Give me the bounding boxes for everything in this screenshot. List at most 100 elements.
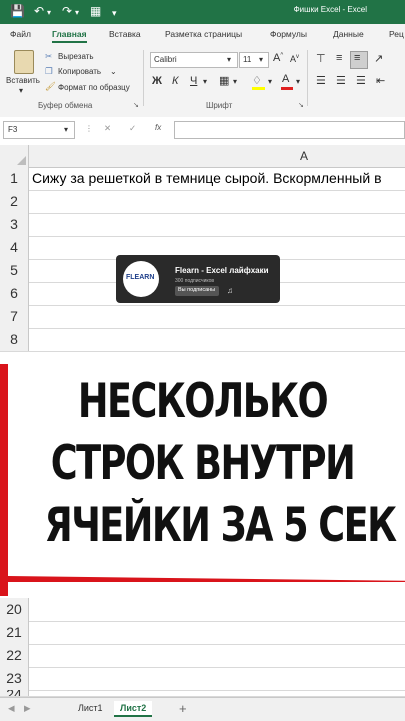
copy-button[interactable]: Копировать [58,67,101,76]
fill-color-icon[interactable]: ♢ [252,74,266,90]
row-number[interactable]: 22 [0,644,29,667]
scroll-left-icon[interactable]: ◀ [8,703,15,714]
title-bar: 💾 ↶ ▾ ↷ ▾ ▦ ▾ Фишки Excel - Excel [0,0,405,24]
clipboard-launcher-icon[interactable]: ↘ [133,101,139,109]
name-box[interactable]: F3 ▾ [3,121,75,139]
table-row[interactable]: 23 [0,667,405,691]
row-number[interactable]: 24 [0,690,29,696]
tab-review[interactable]: Рец [389,29,404,39]
font-color-dropdown-icon[interactable]: ▾ [296,77,300,86]
italic-button[interactable]: К [172,75,178,87]
tab-file[interactable]: Файл [10,29,31,39]
cancel-icon[interactable]: ✕ [104,123,111,134]
select-all-corner[interactable] [0,145,29,167]
customize-toolbar-icon[interactable]: ▾ [112,6,117,20]
bold-button[interactable]: Ж [152,75,162,87]
row-number[interactable]: 21 [0,621,29,644]
redo-dropdown-icon[interactable]: ▾ [75,6,79,20]
orientation-icon[interactable]: ↗ [374,52,383,65]
table-row[interactable]: 2 [0,190,405,214]
font-size-value: 11 [243,55,252,64]
align-left-icon[interactable]: ☰ [316,74,326,87]
align-middle-icon[interactable]: ≡ [336,52,342,64]
align-top-icon[interactable]: ⊤ [316,52,326,65]
table-row[interactable]: 7 [0,305,405,329]
table-row[interactable]: 20 [0,598,405,622]
align-bottom-button[interactable]: ≡ [350,51,368,69]
decrease-indent-icon[interactable]: ⇤ [376,74,385,87]
table-row[interactable]: 21 [0,621,405,645]
table-row[interactable]: 1 Сижу за решеткой в темнице сырой. Вско… [0,167,405,191]
align-center-icon[interactable]: ☰ [336,74,346,87]
underline-button[interactable]: Ч [190,75,197,87]
tab-formulas[interactable]: Формулы [270,29,307,39]
quick-print-icon[interactable]: ▦ [90,4,101,18]
cell-a1[interactable]: Сижу за решеткой в темнице сырой. Вскорм… [32,170,382,186]
tab-data[interactable]: Данные [333,29,364,39]
column-header-a[interactable]: A [300,149,308,163]
undo-dropdown-icon[interactable]: ▾ [47,6,51,20]
table-row[interactable]: 24 [0,690,405,697]
copy-dropdown-icon[interactable]: ⌄ [110,67,117,76]
paste-button[interactable]: Вставить ▾ [6,48,40,98]
select-all-icon [17,156,26,165]
formula-input[interactable] [174,121,405,139]
undo-icon[interactable]: ↶ [34,4,44,18]
subscribed-label: Вы подписаны [178,287,216,293]
headline-line-2: СТРОК ВНУТРИ [50,436,356,491]
column-header-bar: A [0,145,405,168]
ribbon-tabs: Файл Главная Вставка Разметка страницы Ф… [0,24,405,44]
font-group-label: Шрифт [206,101,233,110]
sheet-tab-1[interactable]: Лист1 [72,701,109,715]
cut-button[interactable]: Вырезать [58,52,94,61]
row-number[interactable]: 3 [0,213,29,236]
font-name-select[interactable]: Calibri ▾ [150,52,238,68]
borders-dropdown-icon[interactable]: ▾ [233,77,237,86]
table-row[interactable]: 22 [0,644,405,668]
channel-name: Flearn - Excel лайфхаки [175,266,269,275]
tab-home[interactable]: Главная [52,29,87,43]
add-sheet-icon[interactable]: + [179,701,187,716]
table-row[interactable]: 8 [0,328,405,352]
format-painter-button[interactable]: Формат по образцу [58,83,130,92]
fill-color-swatch [252,87,265,90]
paste-label: Вставить [6,76,40,85]
row-number[interactable]: 5 [0,259,29,282]
tab-insert[interactable]: Вставка [109,29,141,39]
row-number[interactable]: 8 [0,328,29,351]
font-size-select[interactable]: 11 ▾ [239,52,269,68]
row-number[interactable]: 7 [0,305,29,328]
save-icon[interactable]: 💾 [10,4,25,18]
row-number[interactable]: 4 [0,236,29,259]
redo-icon[interactable]: ↷ [62,4,72,18]
table-row[interactable]: 3 [0,213,405,237]
scroll-right-icon[interactable]: ▶ [24,703,31,714]
sheet-tab-2[interactable]: Лист2 [114,701,153,717]
format-painter-icon: 🖌 [45,81,56,91]
headline-line-3: ЯЧЕЙКИ ЗА 5 СЕК [44,498,398,553]
insert-function-icon[interactable]: fx [155,123,161,132]
ribbon: Вставить ▾ ✂ Вырезать ❐ Копировать ⌄ 🖌 Ф… [0,44,405,118]
row-number[interactable]: 1 [0,167,29,190]
row-number[interactable]: 2 [0,190,29,213]
bell-icon[interactable]: ♫ [227,286,233,295]
row-number[interactable]: 6 [0,282,29,305]
font-color-icon[interactable]: A [281,73,293,90]
divider [143,50,144,106]
row-number[interactable]: 23 [0,667,29,690]
banner-accent-bottom [8,576,405,582]
paste-dropdown-icon: ▾ [19,86,24,95]
banner-accent-left [0,364,8,596]
borders-icon[interactable]: ▦ [219,74,229,87]
enter-icon[interactable]: ✓ [129,123,136,134]
increase-font-size-icon[interactable]: A^ [273,52,283,64]
channel-card[interactable]: FLEARN Flearn - Excel лайфхаки 300 подпи… [116,255,280,303]
subscribed-button[interactable]: Вы подписаны [175,286,219,296]
decrease-font-size-icon[interactable]: Av [290,54,299,64]
fill-dropdown-icon[interactable]: ▾ [268,77,272,86]
align-right-icon[interactable]: ☰ [356,74,366,87]
underline-dropdown-icon[interactable]: ▾ [203,77,207,86]
row-number[interactable]: 20 [0,598,29,621]
font-launcher-icon[interactable]: ↘ [298,101,304,109]
tab-page-layout[interactable]: Разметка страницы [165,29,242,39]
